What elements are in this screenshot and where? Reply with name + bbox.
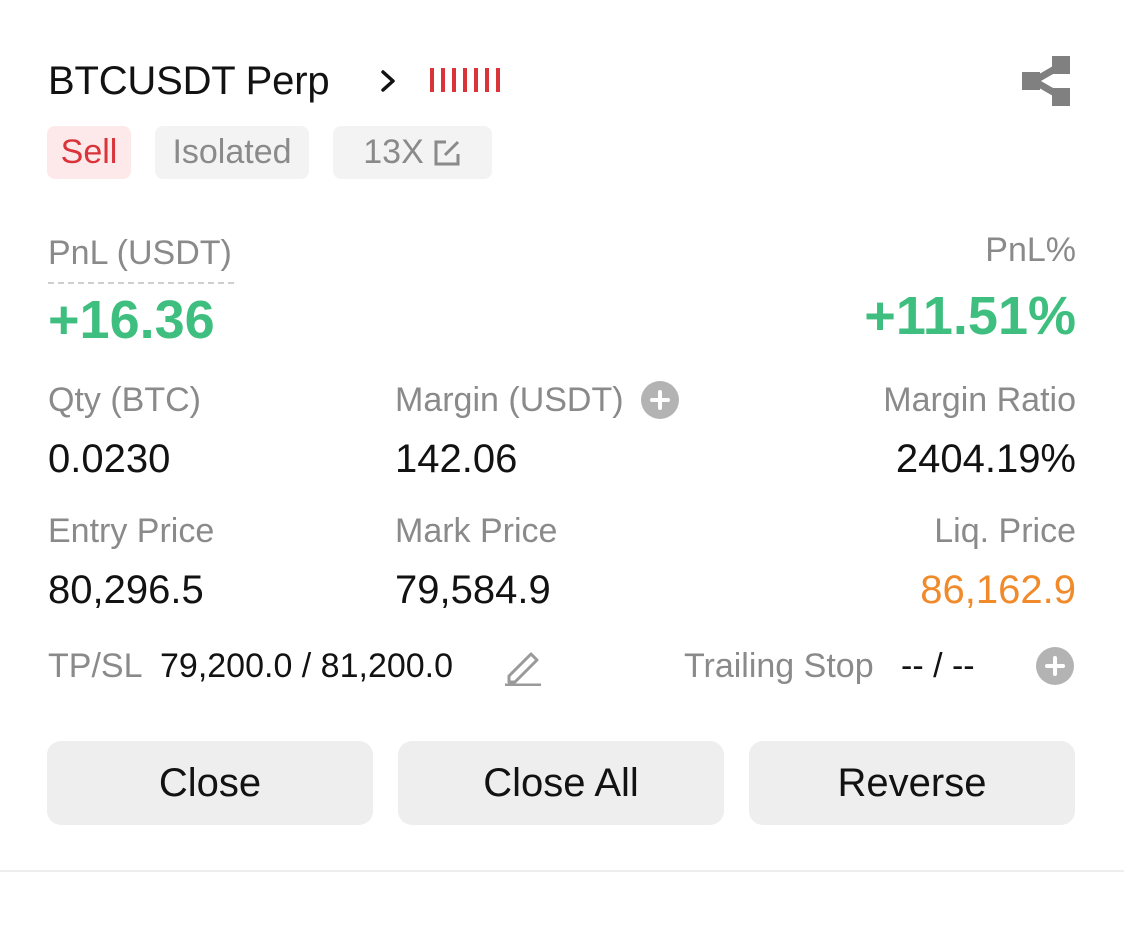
- pnl-tooltip-underline: [48, 282, 234, 284]
- chevron-right-icon[interactable]: [374, 66, 402, 96]
- add-margin-plus-icon[interactable]: [641, 381, 679, 419]
- trailing-stop-label: Trailing Stop: [684, 647, 874, 685]
- close-button[interactable]: Close: [47, 741, 373, 825]
- liq-price-value: 86,162.9: [920, 568, 1076, 612]
- margin-mode-badge[interactable]: Isolated: [155, 126, 309, 179]
- divider: [0, 870, 1124, 872]
- entry-price-label: Entry Price: [48, 512, 215, 550]
- pencil-icon[interactable]: [503, 646, 543, 686]
- pnl-percent-label: PnL%: [985, 231, 1076, 269]
- qty-value: 0.0230: [48, 437, 171, 481]
- margin-value: 142.06: [395, 437, 518, 481]
- trailing-stop-value: -- / --: [901, 647, 975, 685]
- mark-price-label: Mark Price: [395, 512, 558, 550]
- tpsl-value: 79,200.0 / 81,200.0: [160, 647, 454, 685]
- pnl-label[interactable]: PnL (USDT): [48, 233, 232, 273]
- position-symbol[interactable]: BTCUSDT Perp: [48, 56, 330, 106]
- share-icon[interactable]: [1022, 56, 1070, 106]
- pnl-percent-value: +11.51%: [864, 286, 1076, 346]
- margin-ratio-label: Margin Ratio: [883, 381, 1076, 419]
- liq-price-label: Liq. Price: [934, 512, 1076, 550]
- mark-price-value: 79,584.9: [395, 568, 551, 612]
- qty-label: Qty (BTC): [48, 381, 201, 419]
- tpsl-label: TP/SL: [48, 647, 143, 685]
- edit-icon: [434, 140, 460, 165]
- close-all-button[interactable]: Close All: [398, 741, 724, 825]
- reverse-button[interactable]: Reverse: [749, 741, 1075, 825]
- add-trailing-stop-plus-icon[interactable]: [1036, 647, 1074, 685]
- leverage-value: 13X: [363, 133, 424, 171]
- margin-label: Margin (USDT): [395, 381, 624, 419]
- side-badge: Sell: [47, 126, 131, 179]
- leverage-button[interactable]: 13X: [333, 126, 492, 179]
- strength-bars-icon: [430, 68, 500, 92]
- pnl-value: +16.36: [48, 290, 215, 350]
- entry-price-value: 80,296.5: [48, 568, 204, 612]
- margin-ratio-value: 2404.19%: [895, 437, 1076, 481]
